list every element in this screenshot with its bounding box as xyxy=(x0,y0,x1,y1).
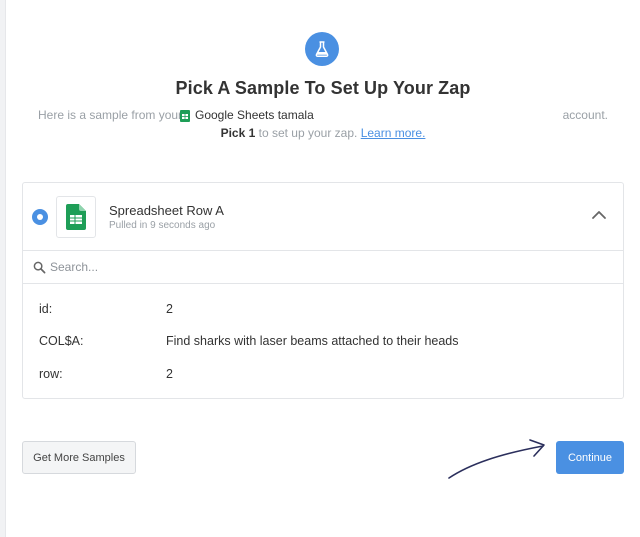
arrow-annotation xyxy=(448,439,545,479)
field-value: Find sharks with laser beams attached to… xyxy=(166,334,459,348)
field-value: 2 xyxy=(166,302,173,316)
flask-icon xyxy=(305,32,339,66)
chevron-up-icon[interactable] xyxy=(591,209,607,221)
pick-instruction: Pick 1 to set up your zap. Learn more. xyxy=(0,126,640,140)
sample-timestamp: Pulled in 9 seconds ago xyxy=(109,220,216,231)
learn-more-link[interactable]: Learn more. xyxy=(361,126,426,140)
field-value: 2 xyxy=(166,367,173,381)
field-row-id: id: 2 xyxy=(39,302,609,320)
get-more-samples-button[interactable]: Get More Samples xyxy=(22,441,136,474)
page-title: Pick A Sample To Set Up Your Zap xyxy=(175,78,471,98)
intro-prefix: Here is a sample from your xyxy=(38,108,183,122)
intro-suffix: account. xyxy=(562,108,608,122)
search-input[interactable] xyxy=(50,260,570,274)
pick-instruction-text: to set up your zap. xyxy=(258,126,358,140)
search-icon xyxy=(33,261,46,273)
sample-radio[interactable] xyxy=(32,209,48,225)
search-bar xyxy=(23,250,623,284)
intro-line: Here is a sample from your Google Sheets… xyxy=(38,108,610,124)
google-sheets-icon xyxy=(180,110,190,125)
pick-count: Pick 1 xyxy=(220,126,256,140)
field-key: row: xyxy=(39,367,63,381)
sample-card: Spreadsheet Row A Pulled in 9 seconds ag… xyxy=(22,182,624,399)
field-key: id: xyxy=(39,302,53,316)
sample-name: Spreadsheet Row A xyxy=(109,203,224,218)
field-row-row: row: 2 xyxy=(39,367,609,385)
google-sheets-icon xyxy=(56,196,96,238)
field-key: COL$A: xyxy=(39,334,84,348)
continue-button[interactable]: Continue xyxy=(556,441,624,474)
field-row-col-a: COL$A: Find sharks with laser beams atta… xyxy=(39,334,609,352)
app-account-name: Google Sheets tamala xyxy=(195,108,314,122)
